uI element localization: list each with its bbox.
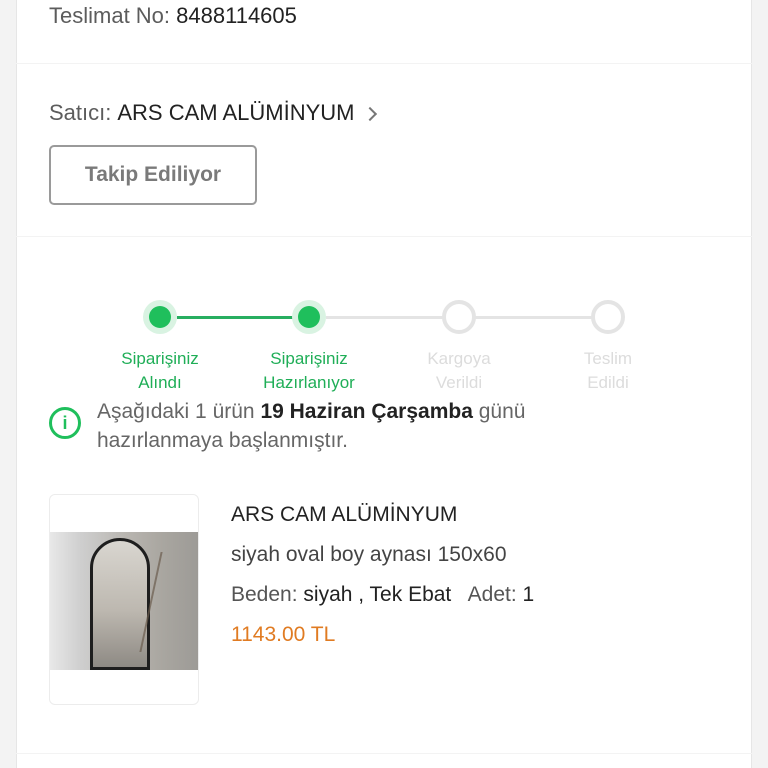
- step-3-label-line1: Kargoya: [427, 349, 491, 368]
- product-brand: ARS CAM ALÜMİNYUM: [231, 503, 458, 526]
- product-image[interactable]: [49, 494, 199, 705]
- step-1-dot: [143, 300, 177, 334]
- product-details[interactable]: ARS CAM ALÜMİNYUM siyah oval boy aynası …: [231, 495, 711, 655]
- product-description: siyah oval boy aynası 150x60: [231, 543, 507, 566]
- quantity-label: Adet:: [467, 583, 517, 606]
- step-4-label-line2: Edildi: [587, 373, 629, 392]
- step-2-label: Siparişiniz Hazırlanıyor: [234, 347, 384, 395]
- info-prefix: Aşağıdaki 1 ürün: [97, 400, 255, 423]
- order-status-section: Siparişiniz Alındı Siparişiniz Hazırlanı…: [16, 237, 752, 753]
- seller-section: Satıcı: ARS CAM ALÜMİNYUM Takip Ediliyor: [16, 64, 752, 236]
- step-3-dot: [442, 300, 476, 334]
- seller-label: Satıcı:: [49, 100, 112, 125]
- step-connector-1: [177, 316, 309, 319]
- step-3-label: Kargoya Verildi: [384, 347, 534, 395]
- order-progress-stepper: Siparişiniz Alındı Siparişiniz Hazırlanı…: [17, 267, 753, 392]
- step-connector-2: [326, 316, 458, 319]
- step-2-label-line1: Siparişiniz: [270, 349, 348, 368]
- mirror-photo: [50, 532, 198, 670]
- follow-button[interactable]: Takip Ediliyor: [49, 145, 257, 205]
- delivery-section: Teslimat No: 8488114605: [16, 0, 752, 63]
- step-1-label: Siparişiniz Alındı: [85, 347, 235, 395]
- step-2-dot: [292, 300, 326, 334]
- delivery-number: 8488114605: [176, 3, 297, 28]
- info-line2: hazırlanmaya başlanmıştır.: [97, 429, 348, 452]
- step-1-label-line1: Siparişiniz: [121, 349, 199, 368]
- next-section: [16, 754, 752, 768]
- step-2-label-line2: Hazırlanıyor: [263, 373, 355, 392]
- delivery-number-line: Teslimat No: 8488114605: [49, 3, 297, 29]
- chevron-right-icon[interactable]: [362, 106, 377, 122]
- seller-name[interactable]: ARS CAM ALÜMİNYUM: [117, 100, 354, 126]
- step-connector-3: [475, 316, 607, 319]
- info-suffix: günü: [478, 400, 526, 423]
- step-3-label-line2: Verildi: [435, 373, 483, 392]
- product-price: 1143.00 TL: [231, 623, 336, 646]
- product-attributes: Beden: siyah , Tek Ebat Adet: 1: [231, 575, 711, 615]
- preparation-info-text: Aşağıdaki 1 ürün 19 Haziran Çarşamba gün…: [97, 397, 717, 455]
- info-date: 19 Haziran Çarşamba: [260, 400, 473, 423]
- quantity-value: 1: [522, 583, 535, 606]
- step-4-label: Teslim Edildi: [533, 347, 683, 395]
- step-4-label-line1: Teslim: [583, 349, 633, 368]
- size-label: Beden:: [231, 583, 298, 606]
- step-4-dot: [591, 300, 625, 334]
- info-icon: i: [49, 407, 81, 439]
- delivery-label: Teslimat No:: [49, 3, 171, 28]
- size-value: siyah , Tek Ebat: [303, 583, 452, 606]
- step-1-label-line2: Alındı: [138, 373, 182, 392]
- seller-link[interactable]: Satıcı: ARS CAM ALÜMİNYUM: [49, 100, 377, 126]
